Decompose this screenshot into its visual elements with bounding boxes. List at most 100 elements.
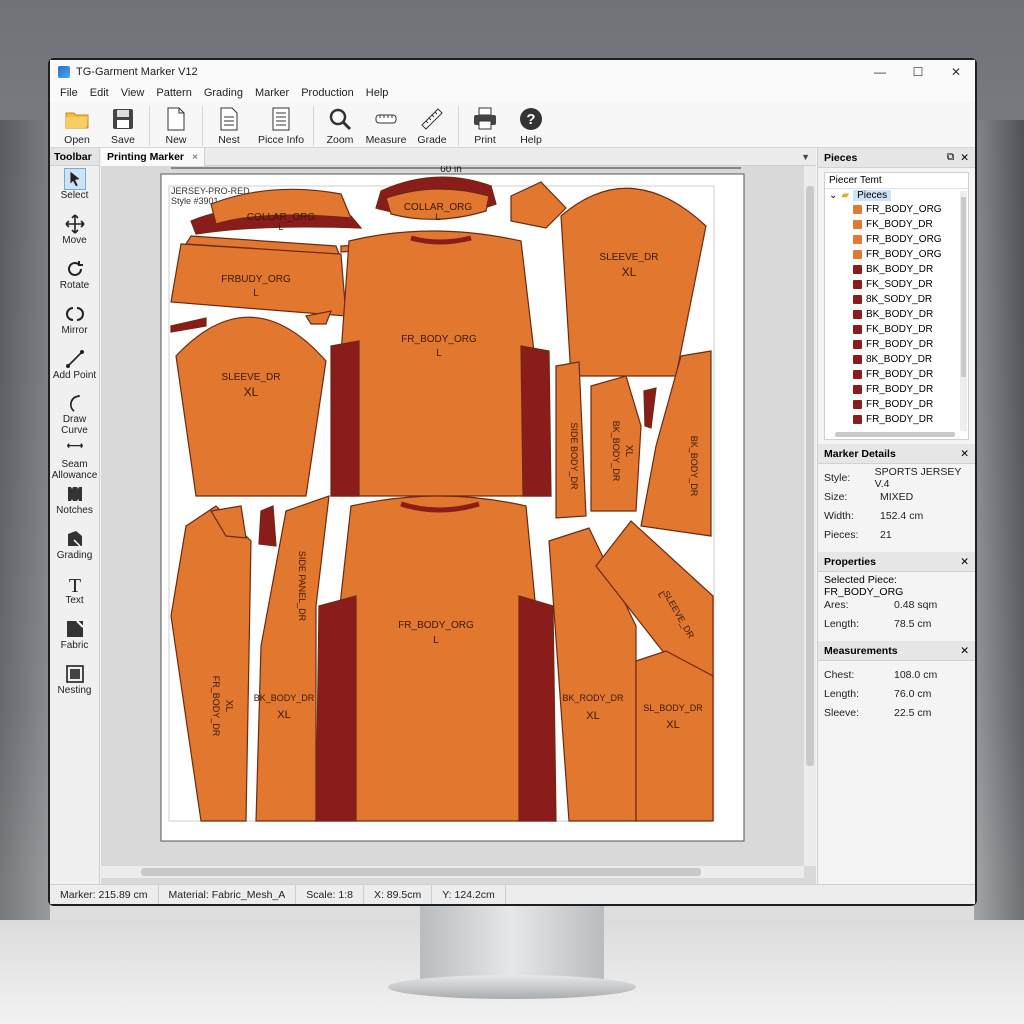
document-area: Printing Marker × ▼ 60 in JERSEY-PRO-RED… — [101, 147, 816, 884]
tool-fabric[interactable]: Fabric — [50, 618, 99, 661]
marker-details-body: Style: SPORTS JERSEY V.4 Size: MIXED Width… — [818, 464, 975, 548]
tree-root[interactable]: ⌄ ▰ Pieces — [825, 189, 968, 202]
measurements-body: Chest: 108.0 cm Length: 76.0 cm Sleeve: 22.… — [818, 661, 975, 726]
sleeve-row: Sleeve: 22.5 cm — [824, 706, 932, 719]
tree-item[interactable]: FR_BODY_DR — [825, 397, 968, 412]
tree-item[interactable]: 8K_SODY_DR — [825, 292, 968, 307]
menu-help[interactable]: Help — [360, 87, 395, 99]
nest-button[interactable]: Nest — [206, 106, 252, 146]
tree-horizontal-scroll-thumb[interactable] — [835, 432, 955, 437]
tree-item[interactable]: FK_BODY_DR — [825, 217, 968, 232]
vertical-scroll-thumb[interactable] — [806, 186, 814, 766]
tree-item-label: FR_BODY_ORG — [866, 204, 942, 215]
svg-text:XL: XL — [666, 719, 679, 731]
marker-details-close-icon[interactable]: ✕ — [960, 448, 969, 460]
tree-scroll-thumb[interactable] — [961, 197, 966, 377]
chevron-down-icon[interactable]: ⌄ — [829, 190, 837, 201]
measurements-close-icon[interactable]: ✕ — [960, 645, 969, 657]
tree-item[interactable]: FR_BODY_DR — [825, 412, 968, 427]
tab-close-icon[interactable]: × — [192, 151, 198, 163]
tree-item-label: FR_BODY_DR — [866, 339, 934, 350]
nest-icon — [220, 107, 238, 131]
horizontal-scrollbar[interactable] — [101, 866, 804, 878]
tree-item[interactable]: FR_BODY_DR — [825, 382, 968, 397]
tool-mirror[interactable]: Mirror — [50, 303, 99, 346]
marker-canvas[interactable]: 60 in JERSEY-PRO-RED Style #3901 COLLAR_… — [101, 166, 804, 866]
tool-notches[interactable]: Notches — [50, 483, 99, 526]
ribbon-separator — [149, 106, 150, 146]
curve-icon — [69, 395, 80, 412]
menu-production[interactable]: Production — [295, 87, 360, 99]
save-button[interactable]: Save — [100, 106, 146, 146]
menu-pattern[interactable]: Pattern — [150, 87, 197, 99]
tool-draw-curve[interactable]: Draw Curve — [50, 393, 99, 436]
svg-text:SIDE BODY_DR: SIDE BODY_DR — [569, 422, 579, 490]
tree-item[interactable]: FR_BODY_ORG — [825, 202, 968, 217]
float-icon[interactable]: ⧉ — [947, 151, 955, 164]
tab-printing-marker[interactable]: Printing Marker × — [101, 147, 206, 166]
maximize-button[interactable]: ☐ — [899, 60, 937, 84]
horizontal-scroll-thumb[interactable] — [141, 868, 701, 876]
tool-nesting[interactable]: Nesting — [50, 663, 99, 706]
tool-move[interactable]: Move — [50, 213, 99, 256]
tree-item-label: 8K_BODY_DR — [866, 354, 933, 365]
measure-button[interactable]: Measure — [363, 106, 409, 146]
new-button[interactable]: New — [153, 106, 199, 146]
new-document-icon — [167, 107, 185, 131]
tree-items: FR_BODY_ORG FK_BODY_DR FR_BODY_ORG FR_BODY_… — [825, 202, 968, 427]
marker-details-panel: Marker Details ✕ Style: SPORTS JERSEY V.4… — [818, 444, 975, 548]
shirt-icon — [853, 355, 862, 364]
tool-select[interactable]: Select — [50, 168, 99, 211]
tab-dropdown-icon[interactable]: ▼ — [801, 152, 816, 162]
style-name: JERSEY-PRO-RED — [171, 186, 250, 196]
minimize-button[interactable]: — — [861, 60, 899, 84]
seam-allowance-icon — [66, 443, 83, 449]
tool-rotate[interactable]: Rotate — [50, 258, 99, 301]
front-top-side-left — [330, 340, 360, 497]
tool-text[interactable]: T Text — [50, 573, 99, 616]
tree-item[interactable]: FK_BODY_DR — [825, 322, 968, 337]
menu-grading[interactable]: Grading — [198, 87, 249, 99]
print-button[interactable]: Print — [462, 106, 508, 146]
tool-grading[interactable]: Grading — [50, 528, 99, 571]
width-row: Width: 152.4 cm — [824, 509, 924, 522]
vertical-scrollbar[interactable] — [804, 166, 816, 866]
ribbon-separator — [313, 106, 314, 146]
svg-text:L: L — [278, 222, 283, 232]
svg-text:BK_RODY_DR: BK_RODY_DR — [562, 693, 624, 703]
tree-item[interactable]: BK_BODY_DR — [825, 262, 968, 277]
menu-marker[interactable]: Marker — [249, 87, 295, 99]
tool-panel: Toolbar Select Move Rotate Mirror Add Po… — [50, 148, 100, 884]
menu-file[interactable]: File — [54, 87, 84, 99]
tree-item[interactable]: 8K_BODY_DR — [825, 352, 968, 367]
tree-vertical-scrollbar[interactable] — [960, 191, 967, 431]
tool-seam-allowance[interactable]: Seam Allowance — [50, 438, 99, 481]
tree-item-label: FK_BODY_DR — [866, 324, 933, 335]
tree-item[interactable]: FR_BODY_ORG — [825, 232, 968, 247]
properties-close-icon[interactable]: ✕ — [960, 556, 969, 568]
tree-item[interactable]: FR_BODY_DR — [825, 337, 968, 352]
tree-item[interactable]: FR_BODY_ORG — [825, 247, 968, 262]
menu-edit[interactable]: Edit — [84, 87, 115, 99]
floppy-icon — [113, 109, 133, 129]
tool-add-point[interactable]: Add Point — [50, 348, 99, 391]
menu-view[interactable]: View — [115, 87, 151, 99]
pieces-close-icon[interactable]: ✕ — [960, 152, 969, 164]
svg-text:XL: XL — [623, 445, 634, 458]
help-icon: ? — [520, 108, 542, 130]
body-length-row: Length: 76.0 cm — [824, 687, 932, 700]
close-button[interactable]: ✕ — [937, 60, 975, 84]
ruler-icon — [421, 108, 443, 130]
tree-item[interactable]: FK_SODY_DR — [825, 277, 968, 292]
tree-item[interactable]: FR_BODY_DR — [825, 367, 968, 382]
tree-item[interactable]: BK_BODY_DR — [825, 307, 968, 322]
shirt-icon — [853, 415, 862, 424]
rotate-icon — [67, 261, 83, 276]
help-button[interactable]: ? Help — [508, 106, 554, 146]
zoom-button[interactable]: Zoom — [317, 106, 363, 146]
svg-text:?: ? — [526, 111, 535, 128]
tree-item-label: FR_BODY_DR — [866, 399, 934, 410]
piece-info-button[interactable]: Picce Info — [252, 106, 310, 146]
grade-button[interactable]: Grade — [409, 106, 455, 146]
open-button[interactable]: Open — [54, 106, 100, 146]
